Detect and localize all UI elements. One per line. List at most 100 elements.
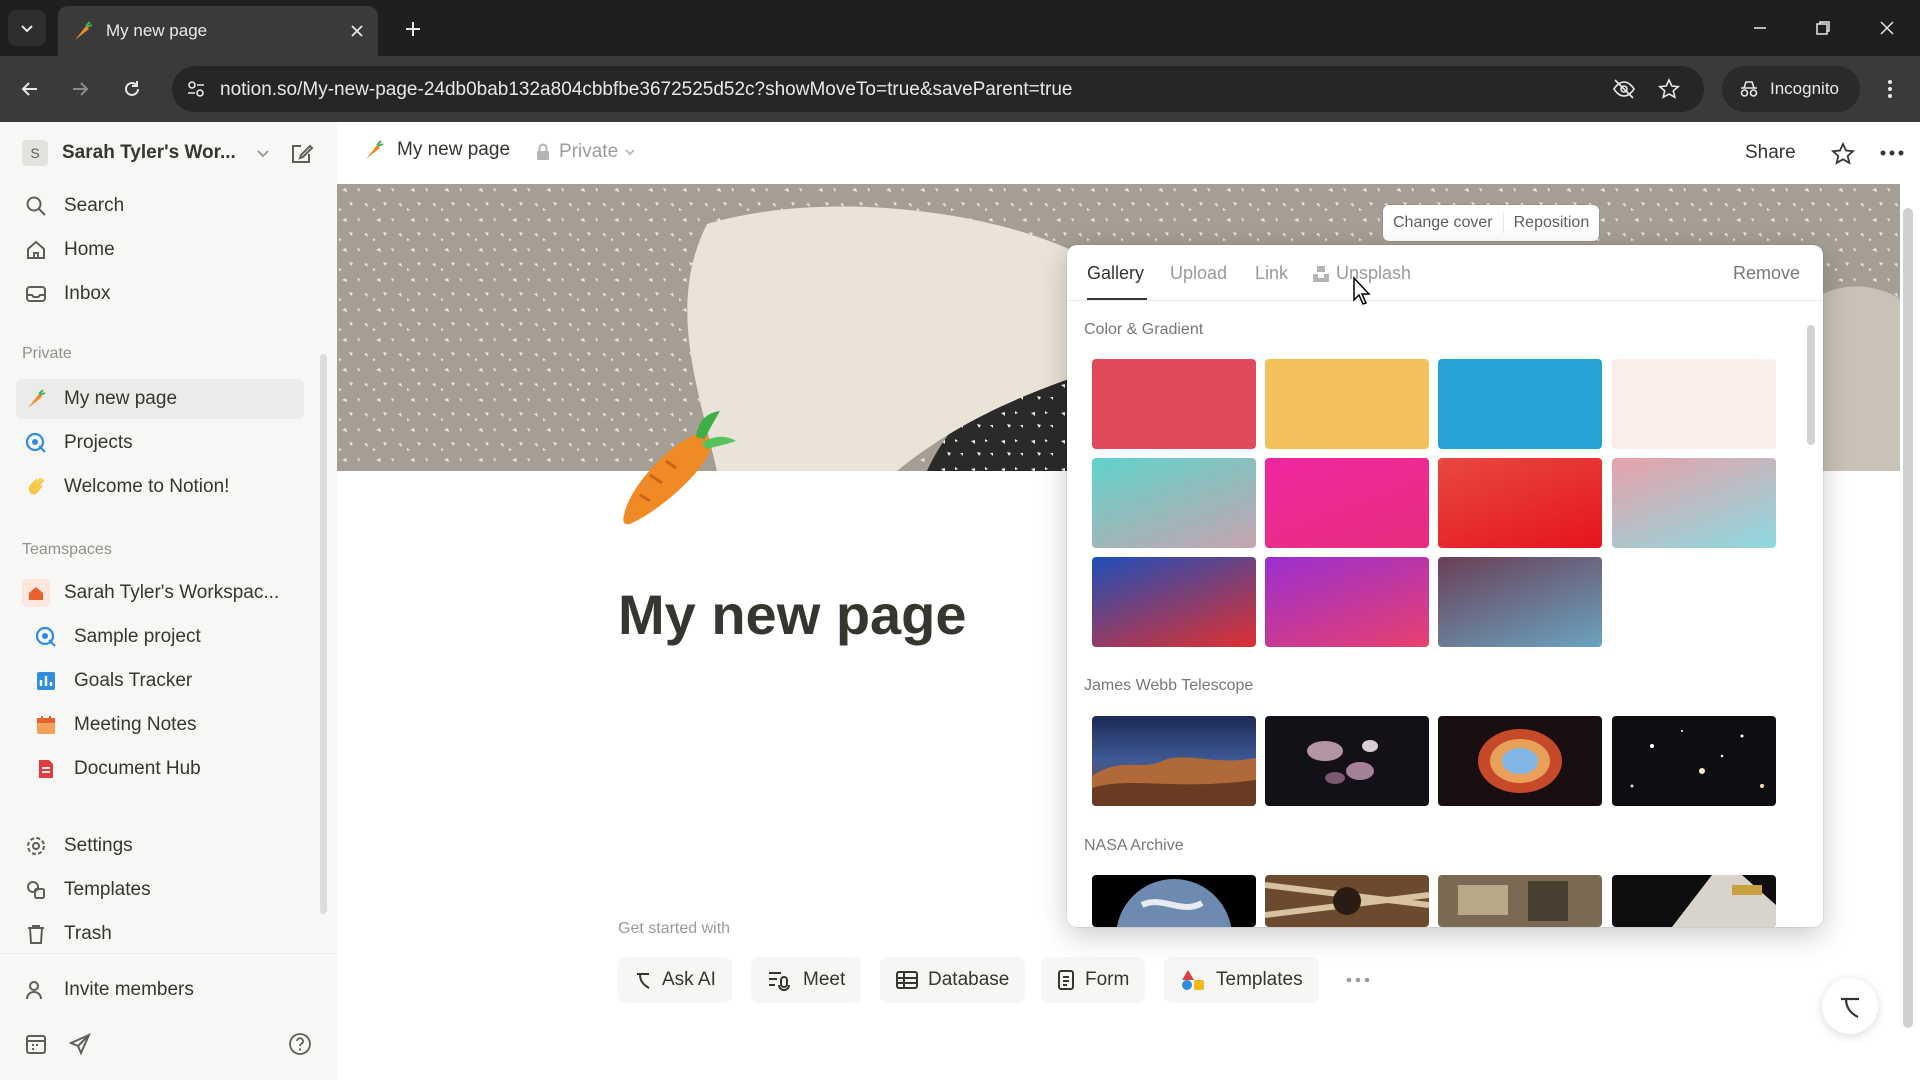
cover-option-gradient-0[interactable] [1092,458,1256,548]
sidebar-item-document-hub[interactable]: Document Hub [26,749,314,789]
ask-ai-button[interactable]: Ask AI [618,957,732,1003]
sidebar-item-inbox[interactable]: Inbox [16,274,304,314]
reload-button[interactable] [114,71,150,107]
arrow-left-icon [21,82,37,96]
close-tab-icon[interactable] [350,24,364,38]
sidebar-item-meeting-notes[interactable]: Meeting Notes [26,705,314,745]
nebula-cliffs-image [1092,716,1256,806]
site-settings-icon[interactable] [186,79,206,99]
deep-field-image [1612,716,1776,806]
sidebar-item-search[interactable]: Search [16,186,304,226]
back-button[interactable] [12,71,48,107]
notion-ai-floating-button[interactable] [1822,978,1878,1034]
page-icon-carrot[interactable] [610,405,740,535]
cover-option-gradient-2[interactable] [1438,458,1602,548]
sidebar-item-teamspace[interactable]: Sarah Tyler's Workspac... [16,573,304,613]
privacy-selector[interactable]: Private [535,141,636,163]
sidebar-item-sample-project[interactable]: Sample project [26,617,314,657]
browser-tab[interactable]: My new page [58,6,378,56]
sidebar-item-my-new-page[interactable]: My new page [16,379,304,419]
carrot-icon [75,21,93,40]
sidebar-item-label: Meeting Notes [74,714,197,735]
address-bar[interactable]: notion.so/My-new-page-24db0bab132a804cbb… [172,66,1704,112]
cover-option-gradient-6[interactable] [1438,557,1602,647]
bookmark-star-icon[interactable] [1658,78,1680,100]
tab-link[interactable]: Link [1255,263,1288,284]
more-horizontal-icon [1346,977,1370,983]
cover-option-nasa-spacewalk[interactable] [1612,875,1776,927]
sidebar-item-templates[interactable]: Templates [16,870,304,910]
close-window-button[interactable] [1857,0,1917,56]
breadcrumb[interactable]: My new page [363,139,510,161]
browser-menu-button[interactable] [1872,71,1908,107]
cover-controls: Change cover Reposition [1383,205,1600,241]
sidebar-item-projects[interactable]: Projects [16,423,304,463]
templates-button[interactable]: Templates [1164,957,1319,1003]
new-tab-button[interactable] [398,14,428,44]
more-vertical-icon [1888,80,1892,98]
cover-option-color-3[interactable] [1612,359,1776,449]
incognito-badge[interactable]: Incognito [1722,66,1860,112]
sidebar-item-settings[interactable]: Settings [16,826,304,866]
new-page-button[interactable] [289,140,319,170]
cover-option-jwst-cliffs[interactable] [1092,716,1256,806]
sidebar-item-trash[interactable]: Trash [16,914,304,954]
chevron-down-icon [625,149,635,156]
cover-option-nasa-earth[interactable] [1092,875,1256,927]
tab-upload[interactable]: Upload [1170,263,1227,284]
cover-option-jwst-ring-nebula[interactable] [1438,716,1602,806]
forward-button[interactable] [62,71,98,107]
mail-app-button[interactable] [68,1032,92,1056]
cover-option-gradient-5[interactable] [1265,557,1429,647]
workspace-name: Sarah Tyler's Wor... [62,142,236,163]
sidebar-item-label: Settings [64,835,133,856]
cover-option-gradient-4[interactable] [1092,557,1256,647]
sidebar-item-label: Templates [64,879,151,900]
cover-option-color-1[interactable] [1265,359,1429,449]
page-scrollbar[interactable] [1903,208,1913,1028]
cover-option-jwst-quintet[interactable] [1265,716,1429,806]
invite-members-button[interactable]: Invite members [16,970,304,1010]
meet-button[interactable]: Meet [751,957,862,1003]
cover-option-color-2[interactable] [1438,359,1602,449]
tab-search-button[interactable] [8,10,46,46]
cover-option-nasa-machinery[interactable] [1438,875,1602,927]
cover-option-color-0[interactable] [1092,359,1256,449]
popover-divider [1067,300,1823,301]
tab-gallery[interactable]: Gallery [1087,263,1144,284]
cover-option-jwst-deep-field[interactable] [1612,716,1776,806]
form-button[interactable]: Form [1041,957,1146,1003]
change-cover-button[interactable]: Change cover [1383,205,1503,241]
sidebar-item-label: Sample project [74,626,201,647]
reload-icon [125,81,139,96]
sidebar-item-welcome[interactable]: Welcome to Notion! [16,467,304,507]
more-actions-button[interactable] [1336,957,1380,1003]
sidebar-scrollbar[interactable] [320,354,327,914]
sidebar-item-label: Search [64,195,125,216]
cover-option-gradient-3[interactable] [1612,458,1776,548]
eye-off-icon[interactable] [1612,78,1636,100]
database-button[interactable]: Database [880,957,1026,1003]
workspace-switcher[interactable]: S Sarah Tyler's Wor... [16,133,304,173]
favorite-button[interactable] [1831,142,1855,166]
share-button[interactable]: Share [1745,142,1796,164]
sidebar-item-goals-tracker[interactable]: Goals Tracker [26,661,314,701]
reposition-button[interactable]: Reposition [1504,205,1600,241]
invite-members-label: Invite members [64,979,194,1000]
popover-scrollbar[interactable] [1807,325,1815,445]
remove-cover-button[interactable]: Remove [1733,263,1800,284]
privacy-label: Private [559,141,619,162]
get-started-label: Get started with [618,920,731,937]
calendar-app-button[interactable] [24,1032,48,1056]
help-button[interactable] [288,1032,312,1056]
page-title[interactable]: My new page [618,582,967,647]
restore-button[interactable] [1793,0,1853,56]
more-options-button[interactable] [1880,150,1904,156]
plus-icon [406,22,420,36]
sidebar-item-home[interactable]: Home [16,230,304,270]
cover-option-nasa-interior[interactable] [1265,875,1429,927]
star-icon [1831,142,1855,165]
cover-option-gradient-1[interactable] [1265,458,1429,548]
form-icon [1058,970,1074,990]
minimize-button[interactable] [1730,0,1790,56]
